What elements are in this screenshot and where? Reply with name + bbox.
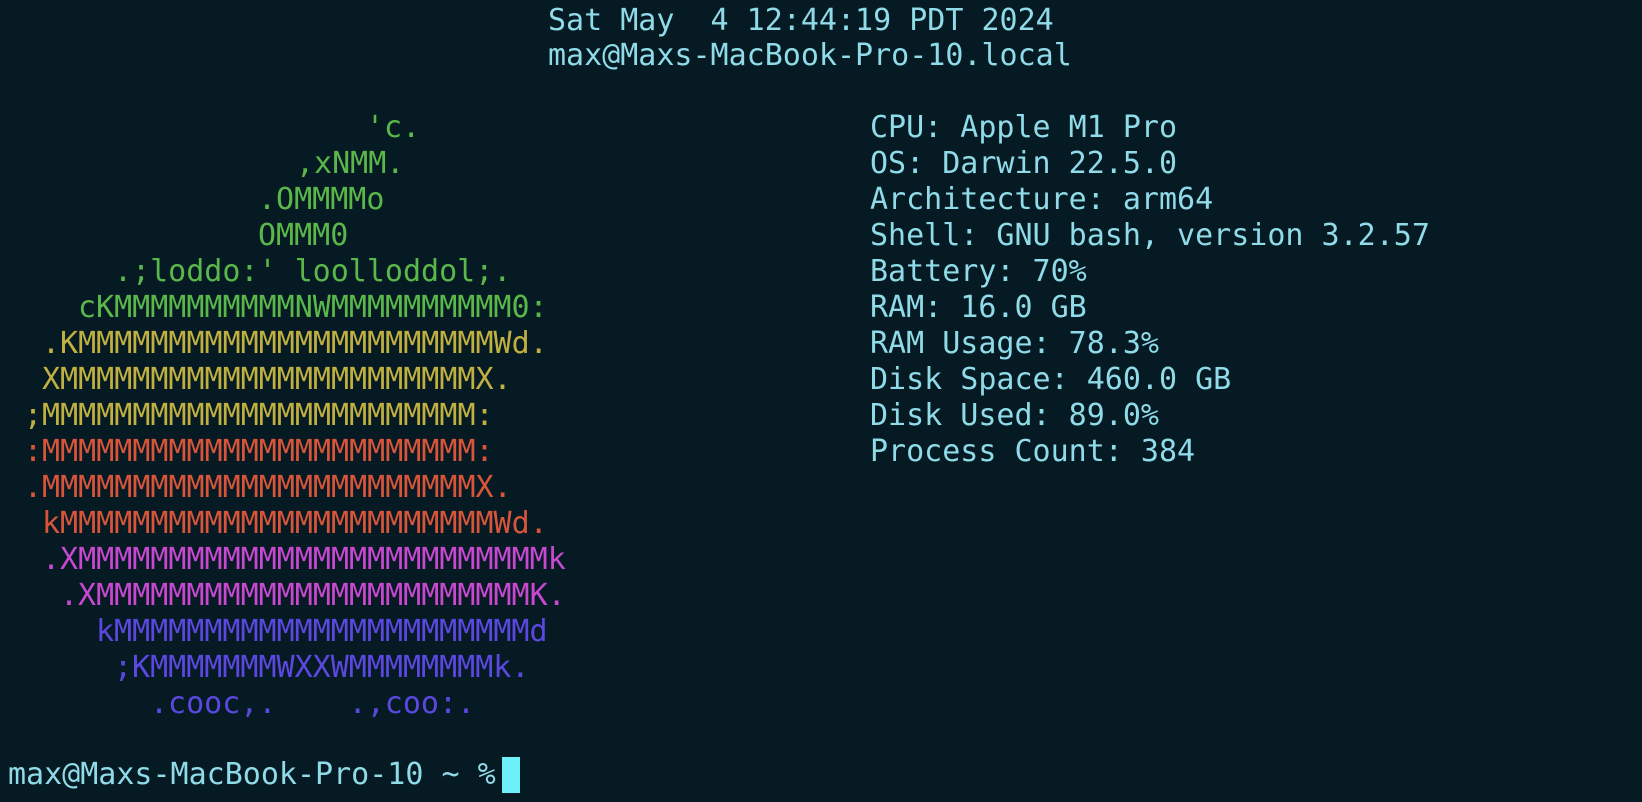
info-os: OS: Darwin 22.5.0	[870, 146, 1178, 181]
logo-line: .OMMMMo	[258, 182, 385, 217]
host-line: max@Maxs-MacBook-Pro-10.local	[548, 38, 1072, 73]
info-ram-usage: RAM Usage: 78.3%	[870, 326, 1159, 361]
logo-line: OMMM0	[258, 218, 349, 253]
logo-line: 'c.	[366, 110, 421, 145]
shell-prompt[interactable]: max@Maxs-MacBook-Pro-10 ~ %	[8, 757, 520, 793]
logo-line: :MMMMMMMMMMMMMMMMMMMMMMMM:	[24, 434, 494, 469]
text-cursor[interactable]	[501, 757, 520, 793]
info-battery: Battery: 70%	[870, 254, 1087, 289]
logo-line: XMMMMMMMMMMMMMMMMMMMMMMMX.	[42, 362, 512, 397]
logo-line: .XMMMMMMMMMMMMMMMMMMMMMMMMMMk	[42, 542, 566, 577]
info-disk-space: Disk Space: 460.0 GB	[870, 362, 1232, 397]
logo-line: ,xNMM.	[296, 146, 405, 181]
info-architecture: Architecture: arm64	[870, 182, 1214, 217]
logo-line: cKMMMMMMMMMMNWMMMMMMMMMM0:	[78, 290, 548, 325]
info-cpu: CPU: Apple M1 Pro	[870, 110, 1178, 145]
logo-line: kMMMMMMMMMMMMMMMMMMMMMMMMWd.	[42, 506, 548, 541]
logo-line: ;KMMMMMMMWXXWMMMMMMMMk.	[114, 650, 530, 685]
logo-line: ;MMMMMMMMMMMMMMMMMMMMMMMM:	[24, 398, 494, 433]
logo-line: kMMMMMMMMMMMMMMMMMMMMMMMd	[96, 614, 548, 649]
info-process-count: Process Count: 384	[870, 434, 1196, 469]
info-ram: RAM: 16.0 GB	[870, 290, 1087, 325]
info-disk-used: Disk Used: 89.0%	[870, 398, 1159, 433]
info-shell: Shell: GNU bash, version 3.2.57	[870, 218, 1430, 253]
logo-line: .KMMMMMMMMMMMMMMMMMMMMMMMWd.	[42, 326, 548, 361]
date-line: Sat May 4 12:44:19 PDT 2024	[548, 3, 1054, 38]
logo-line: .XMMMMMMMMMMMMMMMMMMMMMMMMK.	[60, 578, 566, 613]
logo-line: .cooc,. .,coo:.	[150, 686, 476, 721]
prompt-text: max@Maxs-MacBook-Pro-10 ~ %	[8, 757, 496, 792]
logo-line: .;loddo:' loolloddol;.	[114, 254, 512, 289]
logo-line: .MMMMMMMMMMMMMMMMMMMMMMMMX.	[24, 470, 512, 505]
